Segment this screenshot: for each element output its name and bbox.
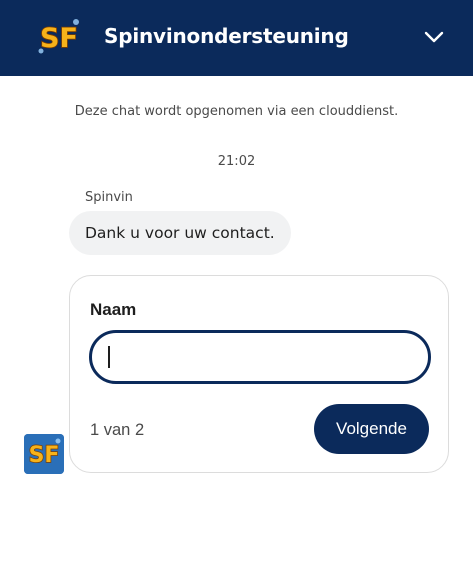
recording-notice: Deze chat wordt opgenomen via een cloudd… (74, 104, 399, 119)
name-field-label: Naam (90, 300, 137, 319)
message-timestamp: 21:02 (217, 154, 256, 169)
text-caret (108, 346, 110, 368)
sf-logo-icon: SF (36, 14, 82, 60)
header-title: Spinvinondersteuning (104, 24, 349, 48)
message-text: Dank u voor uw contact. (85, 224, 275, 242)
step-indicator: 1 van 2 (90, 421, 145, 439)
next-button[interactable]: Volgende (314, 404, 429, 454)
message-bubble: Dank u voor uw contact. (69, 211, 291, 255)
svg-text:SF: SF (29, 443, 60, 468)
name-form-card: Naam 1 van 2 Volgende (69, 275, 449, 473)
chevron-down-icon (424, 31, 444, 43)
svg-text:SF: SF (40, 23, 78, 54)
chat-header: SF Spinvinondersteuning (0, 0, 473, 76)
name-input[interactable] (89, 330, 431, 384)
sender-name: Spinvin (85, 190, 133, 205)
agent-avatar: SF (24, 434, 64, 474)
collapse-button[interactable] (419, 22, 449, 52)
sf-logo-icon: SF (24, 434, 64, 474)
